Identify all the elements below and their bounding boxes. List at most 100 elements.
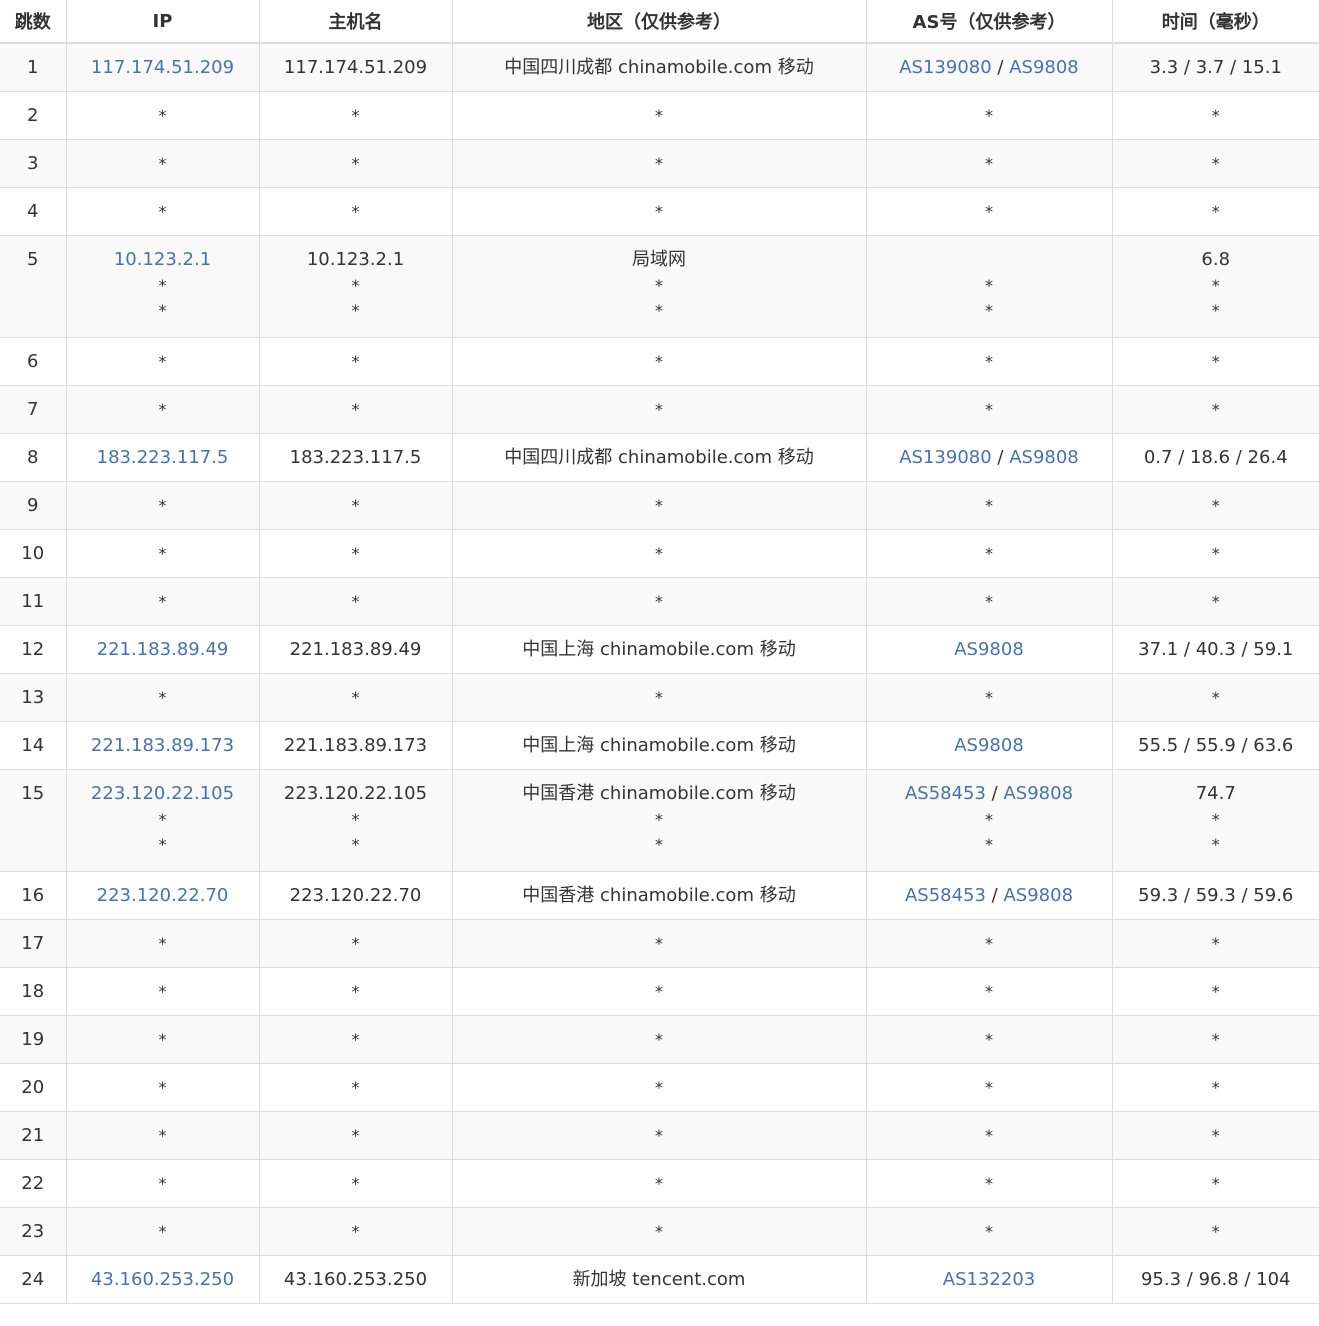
- as-number-link[interactable]: AS139080: [899, 57, 991, 78]
- as-line: *: [871, 1173, 1108, 1197]
- hop-number: 7: [0, 385, 67, 434]
- time-text: *: [1211, 591, 1220, 611]
- as-number-cell: *: [865, 1063, 1113, 1112]
- as-number-link[interactable]: AS9808: [1009, 447, 1079, 468]
- ip-link[interactable]: 223.120.22.105: [71, 783, 255, 807]
- hop-number: 21: [0, 1111, 67, 1160]
- hop-number: 20: [0, 1063, 67, 1112]
- hop-number: 13: [0, 673, 67, 722]
- as-number-cell: *: [865, 1207, 1113, 1256]
- region-cell: *: [451, 187, 867, 236]
- as-number-cell: *: [865, 139, 1113, 188]
- hop-number: 19: [0, 1015, 67, 1064]
- hostname-cell: *: [258, 385, 453, 434]
- table-row: 16 223.120.22.70 223.120.22.70 中国香港 chinamo…: [0, 871, 1319, 920]
- time-cell: *: [1111, 187, 1319, 236]
- hostname-cell: *: [258, 91, 453, 140]
- region-cell: *: [451, 529, 867, 578]
- time-text: *: [1211, 495, 1220, 515]
- ip-text: *: [158, 201, 167, 221]
- ip-link[interactable]: 221.183.89.49: [71, 639, 255, 663]
- hostname-cell: 221.183.89.49: [258, 625, 453, 674]
- ip-link[interactable]: 10.123.2.1: [71, 249, 255, 273]
- hostname-text: *: [351, 981, 360, 1001]
- hostname-text: *: [351, 591, 360, 611]
- header-hop: 跳数: [0, 0, 67, 44]
- region-text: 中国香港 chinamobile.com 移动: [522, 782, 796, 804]
- as-number-link[interactable]: AS9808: [954, 735, 1024, 756]
- ip-link[interactable]: 43.160.253.250: [71, 1269, 255, 1293]
- ip-link[interactable]: 183.223.117.5: [71, 447, 255, 471]
- hostname-cell: *: [258, 577, 453, 626]
- hostname-text: *: [351, 1077, 360, 1097]
- as-text: *: [985, 933, 993, 953]
- time-cell: 74.7 * *: [1111, 769, 1319, 872]
- hop-number: 5: [0, 235, 67, 338]
- time-text: *: [1211, 1125, 1220, 1145]
- hostname-text: *: [351, 1221, 360, 1241]
- ip-cell: 183.223.117.5: [65, 433, 260, 482]
- hostname-cell: 117.174.51.209: [258, 43, 453, 92]
- ip-cell: 117.174.51.209: [65, 43, 260, 92]
- as-number-link[interactable]: AS9808: [1009, 57, 1079, 78]
- ip-link[interactable]: 223.120.22.70: [71, 885, 255, 909]
- region-cell: 中国上海 chinamobile.com 移动: [451, 721, 867, 770]
- ip-cell: *: [65, 1207, 260, 1256]
- region-text: *: [655, 591, 663, 611]
- ip-cell: 43.160.253.250: [65, 1255, 260, 1304]
- as-number-link[interactable]: AS58453: [905, 885, 986, 906]
- hostname-text: 223.120.22.105: [283, 782, 428, 804]
- ip-link[interactable]: 221.183.89.173: [71, 735, 255, 759]
- hostname-text: *: [351, 1125, 360, 1145]
- as-number-cell: AS9808: [865, 721, 1113, 770]
- time-text: *: [1211, 1077, 1220, 1097]
- as-line: *: [871, 351, 1108, 375]
- ip-cell: *: [65, 139, 260, 188]
- region-cell: *: [451, 481, 867, 530]
- as-number-link[interactable]: AS9808: [954, 639, 1024, 660]
- hostname-cell: *: [258, 1159, 453, 1208]
- as-separator: /: [991, 57, 1010, 78]
- hop-number: 10: [0, 529, 67, 578]
- as-text: *: [985, 687, 993, 707]
- as-number-link[interactable]: AS132203: [943, 1269, 1035, 1290]
- region-text: 中国四川成都 chinamobile.com 移动: [504, 57, 814, 78]
- hostname-text: 221.183.89.173: [283, 734, 428, 756]
- hostname-text: *: [351, 105, 360, 125]
- as-line: *: [871, 832, 1108, 857]
- region-cell: 中国上海 chinamobile.com 移动: [451, 625, 867, 674]
- as-line: *: [871, 399, 1108, 423]
- table-row: 21 * * * * *: [0, 1111, 1319, 1160]
- time-text: *: [1211, 1173, 1220, 1193]
- time-cell: *: [1111, 91, 1319, 140]
- as-number-cell: *: [865, 577, 1113, 626]
- as-text: *: [985, 1125, 993, 1145]
- ip-link[interactable]: 117.174.51.209: [71, 57, 255, 81]
- hostname-text: 43.160.253.250: [283, 1268, 428, 1290]
- hostname-text: *: [351, 809, 360, 829]
- table-row: 19 * * * * *: [0, 1015, 1319, 1064]
- time-cell: *: [1111, 337, 1319, 386]
- as-text: *: [985, 1221, 993, 1241]
- as-text: *: [985, 201, 993, 221]
- table-row: 24 43.160.253.250 43.160.253.250 新加坡 tencen…: [0, 1255, 1319, 1304]
- table-row: 5 10.123.2.1 * * 10.123.2.1 * * 局域网 * * * * 6.8 * *: [0, 235, 1319, 338]
- hostname-text: 223.120.22.70: [289, 884, 422, 906]
- hostname-cell: *: [258, 673, 453, 722]
- ip-cell: *: [65, 529, 260, 578]
- as-text: *: [985, 495, 993, 515]
- as-number-cell: *: [865, 673, 1113, 722]
- as-line: AS9808: [871, 639, 1108, 663]
- as-number-link[interactable]: AS9808: [1003, 783, 1073, 804]
- ip-text: *: [158, 1029, 167, 1049]
- as-number-link[interactable]: AS9808: [1003, 885, 1073, 906]
- ip-cell: 221.183.89.49: [65, 625, 260, 674]
- as-number-link[interactable]: AS58453: [905, 783, 986, 804]
- as-number-link[interactable]: AS139080: [899, 447, 991, 468]
- as-number-cell: *: [865, 91, 1113, 140]
- region-text: 局域网: [632, 248, 686, 270]
- region-text: *: [655, 105, 663, 125]
- hop-number: 14: [0, 721, 67, 770]
- time-text: *: [1211, 1029, 1220, 1049]
- as-text: *: [985, 591, 993, 611]
